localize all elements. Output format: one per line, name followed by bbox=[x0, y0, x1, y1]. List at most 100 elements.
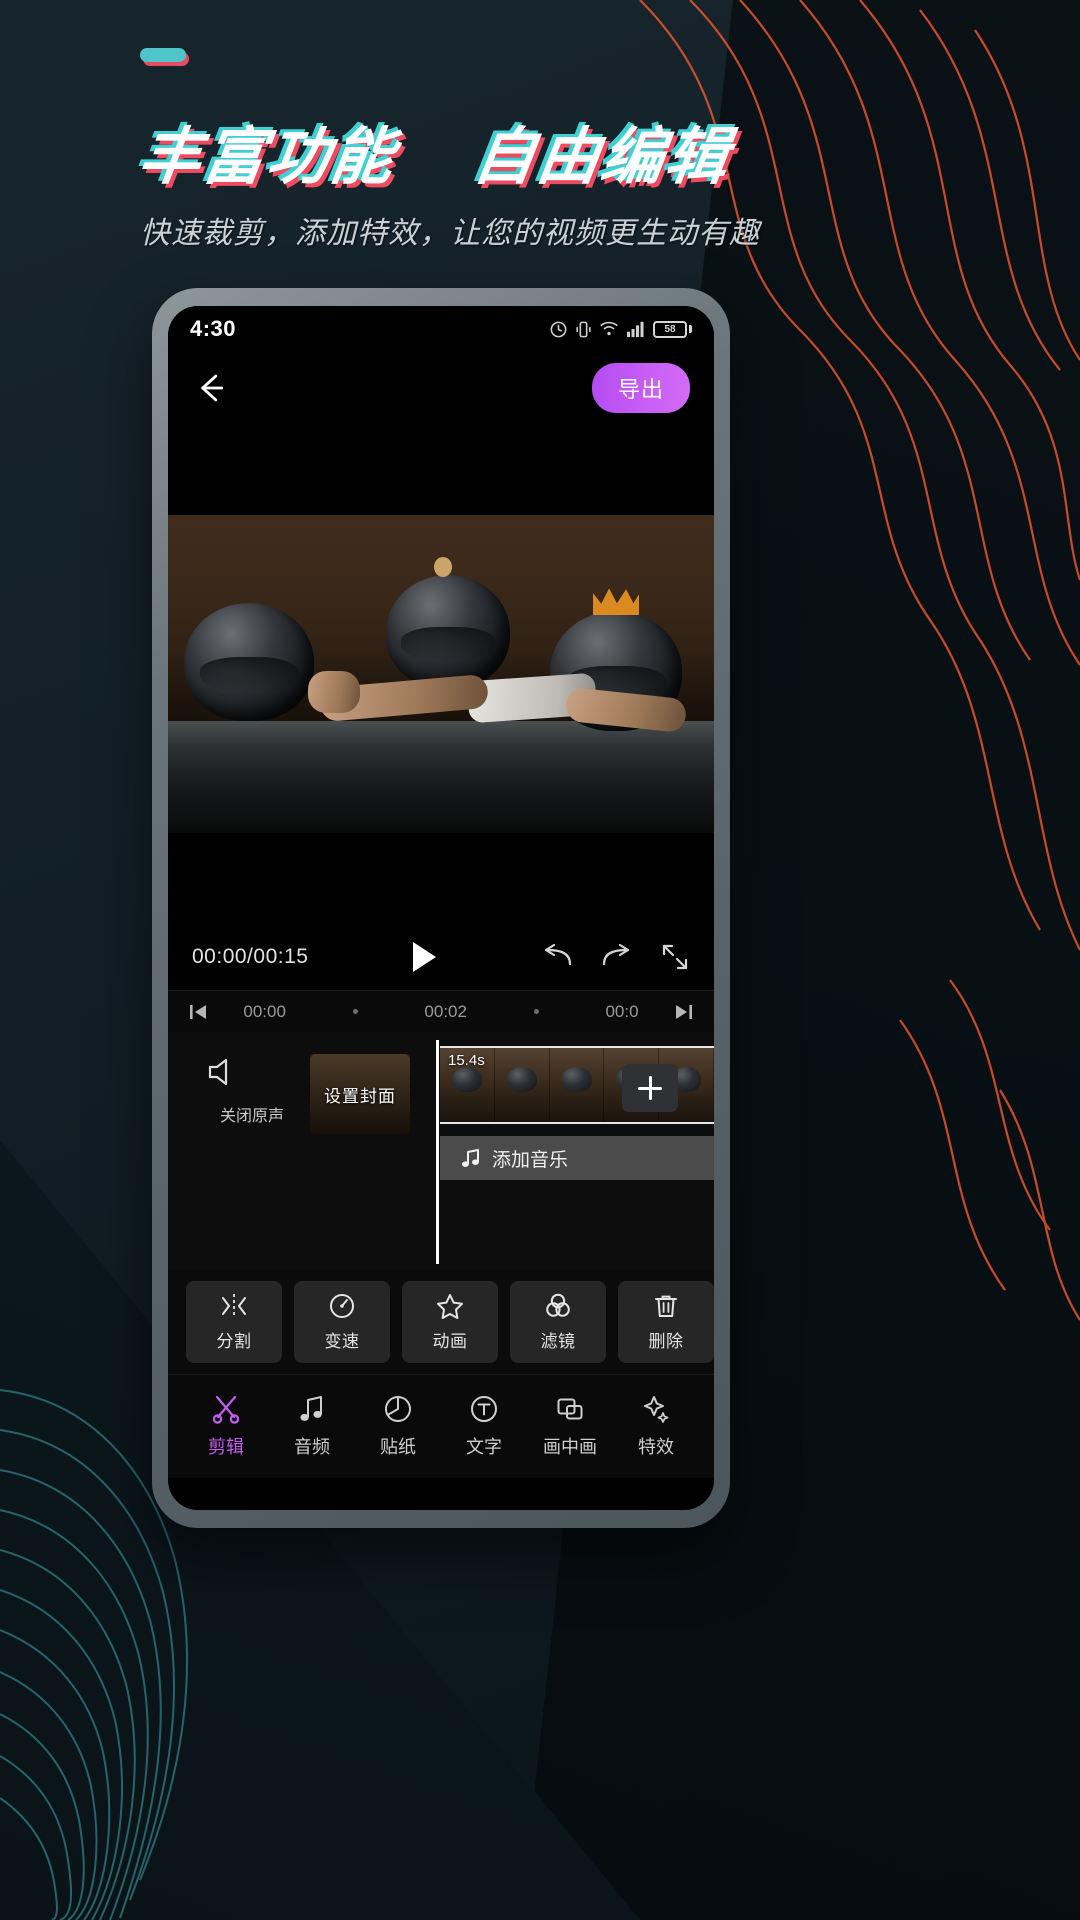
ruler-tick-0: 00:00 bbox=[243, 1001, 286, 1021]
headline-right: 自由编辑 bbox=[468, 123, 735, 192]
tool-label: 分割 bbox=[216, 1332, 252, 1351]
timeline-left-controls: 关闭原声 设置封面 bbox=[168, 1032, 436, 1270]
effects-icon bbox=[641, 1394, 671, 1424]
cover-label: 设置封面 bbox=[324, 1086, 396, 1106]
vibrate-icon bbox=[575, 320, 592, 339]
nav-label: 剪辑 bbox=[208, 1437, 244, 1457]
tool-label: 动画 bbox=[432, 1332, 468, 1351]
hand-left bbox=[308, 671, 360, 713]
star-animation-icon bbox=[435, 1292, 465, 1320]
playback-controls: 00:00/00:15 bbox=[168, 924, 714, 990]
video-frame bbox=[168, 515, 714, 833]
antenna-ball bbox=[434, 557, 452, 577]
promo-page: 丰富功能 自由编辑 快速裁剪，添加特效，让您的视频更生动有趣 4:30 58 导… bbox=[0, 0, 1080, 1920]
back-arrow-icon[interactable] bbox=[192, 369, 230, 407]
page-headline: 丰富功能 自由编辑 bbox=[134, 106, 737, 196]
video-counter-surface bbox=[168, 721, 714, 833]
timeline-ruler: 00:00 00:02 00:0 bbox=[168, 990, 714, 1032]
nav-item-text[interactable]: 文字 bbox=[442, 1394, 526, 1459]
trash-icon bbox=[652, 1292, 680, 1320]
nav-item-edit[interactable]: 剪辑 bbox=[184, 1394, 268, 1459]
play-button-wrap[interactable] bbox=[308, 942, 540, 972]
mute-label: 关闭原声 bbox=[219, 1108, 284, 1125]
pip-icon bbox=[555, 1394, 585, 1424]
tool-label: 删除 bbox=[648, 1332, 684, 1351]
jump-to-start-icon[interactable] bbox=[188, 1002, 210, 1022]
timeline[interactable]: 关闭原声 设置封面 15.4s 添加音乐 bbox=[168, 1032, 714, 1270]
helmet-center bbox=[386, 575, 510, 689]
ruler-tick-2: 00:0 bbox=[605, 1001, 639, 1021]
set-cover-button[interactable]: 设置封面 bbox=[310, 1054, 410, 1134]
battery-icon: 58 bbox=[653, 320, 692, 338]
timeline-playhead[interactable] bbox=[436, 1040, 439, 1264]
location-icon bbox=[549, 320, 568, 339]
nav-item-filter[interactable]: 滤镜 bbox=[700, 1394, 714, 1459]
music-note-icon bbox=[460, 1147, 482, 1169]
video-clip-track[interactable]: 15.4s bbox=[440, 1046, 714, 1124]
nav-item-audio[interactable]: 音频 bbox=[270, 1394, 354, 1459]
status-icon-group: 58 bbox=[549, 320, 692, 339]
tool-delete[interactable]: 删除 bbox=[618, 1281, 714, 1363]
ruler-dot bbox=[352, 1009, 358, 1014]
play-icon[interactable] bbox=[412, 942, 436, 972]
add-music-label: 添加音乐 bbox=[492, 1149, 569, 1171]
clip-duration: 15.4s bbox=[448, 1052, 485, 1069]
filter-circles-icon bbox=[543, 1292, 573, 1320]
ruler-tick-1: 00:02 bbox=[424, 1001, 467, 1021]
phone-screen: 4:30 58 导出 00:00/00:15 00:00 00:02 00:0 … bbox=[168, 306, 714, 1510]
export-button[interactable]: 导出 bbox=[591, 363, 690, 413]
add-music-track[interactable]: 添加音乐 bbox=[440, 1136, 714, 1180]
tool-filter[interactable]: 滤镜 bbox=[510, 1281, 606, 1363]
time-code: 00:00/00:15 bbox=[192, 945, 309, 968]
tool-animation[interactable]: 动画 bbox=[402, 1281, 498, 1363]
video-preview-area[interactable] bbox=[168, 424, 714, 924]
accent-tick bbox=[140, 48, 186, 62]
redo-icon[interactable] bbox=[600, 944, 634, 970]
playback-right-controls bbox=[540, 943, 690, 971]
tool-label: 滤镜 bbox=[540, 1332, 576, 1351]
helmet-visor bbox=[400, 627, 496, 662]
status-time: 4:30 bbox=[190, 316, 237, 341]
helmet-left bbox=[184, 603, 314, 721]
clip-thumbnail bbox=[549, 1048, 605, 1122]
app-top-bar: 导出 bbox=[168, 352, 714, 424]
nav-label: 音频 bbox=[294, 1437, 330, 1457]
clip-thumbnail bbox=[494, 1048, 550, 1122]
text-icon bbox=[469, 1394, 499, 1424]
wifi-icon bbox=[599, 320, 619, 338]
tool-label: 变速 bbox=[324, 1332, 360, 1351]
fullscreen-icon[interactable] bbox=[660, 943, 690, 971]
sticker-icon bbox=[383, 1394, 413, 1424]
signal-icon bbox=[626, 320, 646, 338]
nav-item-pip[interactable]: 画中画 bbox=[528, 1394, 612, 1459]
nav-item-effects[interactable]: 特效 bbox=[614, 1394, 698, 1459]
speaker-mute-icon bbox=[204, 1054, 300, 1090]
page-subtitle: 快速裁剪，添加特效，让您的视频更生动有趣 bbox=[140, 217, 760, 250]
headline-left: 丰富功能 bbox=[134, 123, 400, 192]
tool-speed[interactable]: 变速 bbox=[294, 1281, 390, 1363]
split-icon bbox=[219, 1292, 249, 1320]
nav-label: 特效 bbox=[638, 1437, 674, 1457]
nav-item-sticker[interactable]: 贴纸 bbox=[356, 1394, 440, 1459]
music-icon bbox=[297, 1394, 327, 1424]
status-bar: 4:30 58 bbox=[168, 306, 714, 352]
speed-gauge-icon bbox=[327, 1292, 357, 1320]
phone-mockup: 4:30 58 导出 00:00/00:15 00:00 00:02 00:0 … bbox=[152, 288, 730, 1528]
mute-original-audio-button[interactable]: 关闭原声 bbox=[204, 1054, 300, 1126]
bottom-navigation[interactable]: 剪辑 音频 贴纸 文字 画中画 特效 bbox=[168, 1374, 714, 1478]
edit-tools-row[interactable]: 分割 变速 动画 滤镜 删除 bbox=[168, 1270, 714, 1374]
nav-label: 画中画 bbox=[543, 1437, 597, 1457]
undo-icon[interactable] bbox=[540, 944, 574, 970]
tool-split[interactable]: 分割 bbox=[186, 1281, 282, 1363]
timeline-tracks: 15.4s 添加音乐 bbox=[436, 1032, 714, 1270]
battery-cap bbox=[689, 325, 692, 333]
scissors-icon bbox=[210, 1394, 242, 1424]
nav-label: 贴纸 bbox=[380, 1437, 416, 1457]
helmet-visor bbox=[199, 657, 299, 693]
ruler-ticks: 00:00 00:02 00:0 bbox=[210, 1002, 672, 1022]
jump-to-end-icon[interactable] bbox=[672, 1002, 694, 1022]
battery-level: 58 bbox=[653, 320, 687, 338]
add-clip-button[interactable] bbox=[622, 1064, 678, 1112]
nav-label: 文字 bbox=[466, 1437, 502, 1457]
ruler-dot bbox=[533, 1009, 539, 1014]
